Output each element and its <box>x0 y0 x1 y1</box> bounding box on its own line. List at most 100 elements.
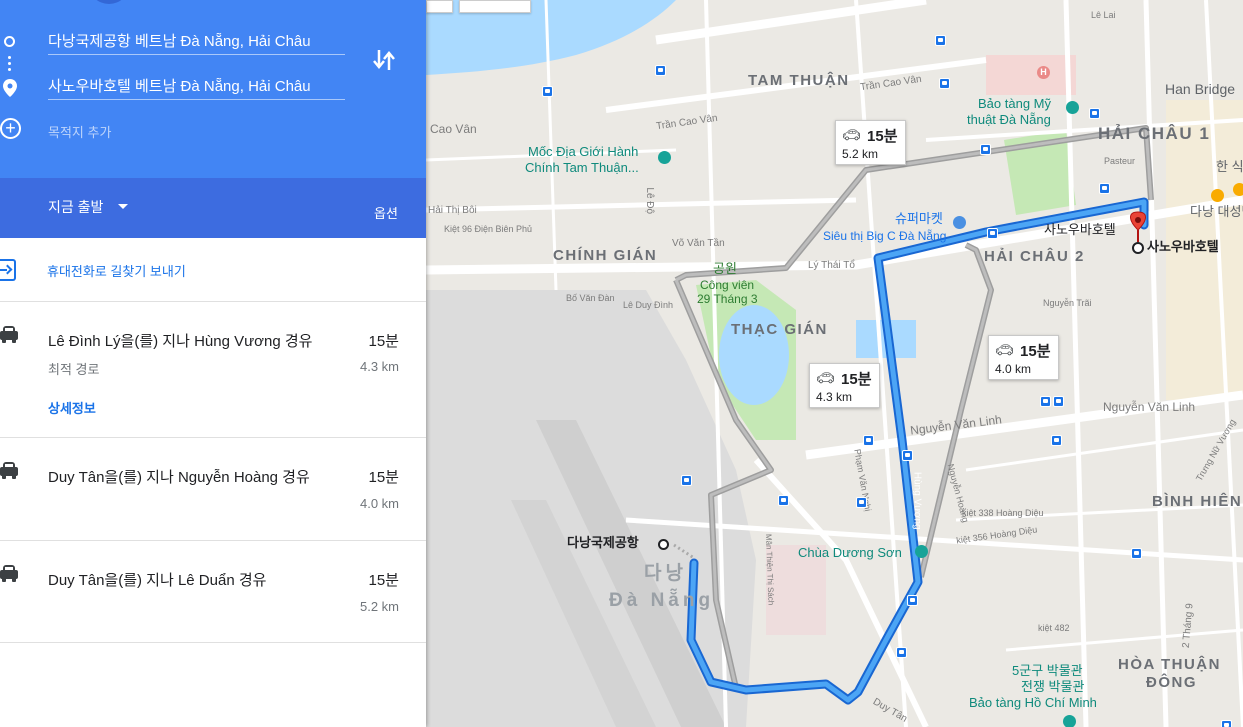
directions-panel: 다낭국제공항 베트남 Đà Nẵng, Hải Châu 사노우바호텔 베트남 … <box>0 0 426 727</box>
origin-input[interactable]: 다낭국제공항 베트남 Đà Nẵng, Hải Châu <box>48 29 345 55</box>
callout-time: 15분 <box>841 371 872 388</box>
route-callout-52km[interactable]: 🚗︎ 15분 5.2 km <box>835 120 906 165</box>
area-hai-chau-2: HẢI CHÂU 2 <box>984 248 1085 265</box>
dest-marker-label[interactable]: 사노우바호텔 <box>1147 239 1219 255</box>
options-button[interactable]: 옵션 <box>374 203 398 222</box>
area-hoa-thuan-2: ĐÔNG <box>1146 674 1197 691</box>
supermarket-icon[interactable] <box>953 216 966 229</box>
park-label-3[interactable]: 29 Tháng 3 <box>697 292 758 307</box>
bus-stop-icon[interactable] <box>1051 435 1062 446</box>
street-hai-thi-boi: Hải Thị Bôi <box>428 205 477 216</box>
swap-icon[interactable] <box>373 48 395 77</box>
bus-stop-icon[interactable] <box>896 647 907 658</box>
bus-stop-icon[interactable] <box>1089 108 1100 119</box>
send-to-phone-icon <box>0 259 16 281</box>
museum5-label-2[interactable]: 전쟁 박물관 <box>1021 679 1084 695</box>
moc-dia-label-1[interactable]: Mốc Địa Giới Hành <box>528 144 638 160</box>
chua-label[interactable]: Chùa Dương Sơn <box>798 545 902 561</box>
route-option[interactable]: Duy Tân을(를) 지나 Lê Duẩn 경유 15분 5.2 km <box>0 541 426 643</box>
callout-time: 15분 <box>1020 343 1051 360</box>
moc-dia-label-2[interactable]: Chính Tam Thuận... <box>525 160 639 176</box>
bus-stop-icon[interactable] <box>778 495 789 506</box>
bus-stop-icon[interactable] <box>902 450 913 461</box>
callout-time: 15분 <box>867 128 898 145</box>
street-kiet: Kiệt 96 Điện Biên Phủ <box>444 224 533 234</box>
origin-dot-icon <box>4 36 15 47</box>
depart-time-dropdown[interactable]: 지금 출발 <box>48 197 103 217</box>
dots-connector-icon <box>8 56 11 59</box>
airport-name-vietnamese: Đà Nẵng <box>609 590 715 611</box>
street-le-do: Lê Độ <box>644 187 656 215</box>
send-to-phone-row[interactable]: 휴대전화로 길찾기 보내기 <box>0 238 426 302</box>
museum-label-2[interactable]: thuật Đà Nẵng <box>967 112 1051 128</box>
hcm-museum-label[interactable]: Bảo tàng Hồ Chí Minh <box>969 695 1097 711</box>
add-destination-icon[interactable]: + <box>0 118 21 139</box>
route-option[interactable]: Duy Tân을(를) 지나 Nguyễn Hoàng 경유 15분 4.0 k… <box>0 438 426 541</box>
bigc-label[interactable]: Siêu thị Big C Đà Nẵng <box>823 229 946 244</box>
bus-stop-icon[interactable] <box>987 228 998 239</box>
bus-stop-icon[interactable] <box>863 435 874 446</box>
add-destination-input[interactable]: 목적지 추가 <box>48 122 111 141</box>
bus-stop-icon[interactable] <box>907 595 918 606</box>
museum5-label-1[interactable]: 5군구 박물관 <box>1012 663 1083 679</box>
dest-poi-label[interactable]: 사노우바호텔 <box>1044 222 1116 238</box>
car-icon: 🚗︎ <box>842 127 862 144</box>
car-icon <box>0 326 18 344</box>
dest-marker-icon[interactable] <box>1132 242 1144 254</box>
airport-name-korean: 다낭 <box>644 563 687 584</box>
museum5-icon[interactable] <box>1063 715 1076 727</box>
street-hung-vuong: Hùng Vương <box>911 471 923 530</box>
origin-marker-label[interactable]: 다낭국제공항 <box>567 535 639 551</box>
route-time: 15분 <box>368 572 400 589</box>
bus-stop-icon[interactable] <box>1131 548 1142 559</box>
route-details-link[interactable]: 상세정보 <box>48 398 96 417</box>
park-label-2[interactable]: Công viên <box>700 278 754 293</box>
star-icon[interactable] <box>1211 189 1224 202</box>
bus-stop-icon[interactable] <box>935 35 946 46</box>
street-cao-van: Cao Vân <box>430 122 477 136</box>
street-le-duy-dinh: Lê Duy Đình <box>623 300 674 310</box>
cathedral-label[interactable]: 다낭 대성당 <box>1190 204 1243 220</box>
route-callout-43km[interactable]: 🚗︎ 15분 4.3 km <box>809 363 880 408</box>
bus-stop-icon[interactable] <box>980 144 991 155</box>
moc-dia-icon[interactable] <box>658 151 671 164</box>
han-label: 한 식 <box>1216 159 1243 174</box>
map-control-right[interactable] <box>459 0 531 13</box>
route-distance: 4.0 km <box>359 496 399 511</box>
area-hoa-thuan-1: HÒA THUẬN <box>1118 656 1221 673</box>
hospital-icon[interactable]: H <box>1037 66 1050 79</box>
bus-stop-icon[interactable] <box>939 78 950 89</box>
bus-stop-icon[interactable] <box>856 497 867 508</box>
map-canvas[interactable]: TAM THUẬN HẢI CHÂU 1 CHÍNH GIÁN HẢI CHÂU… <box>426 0 1243 727</box>
bus-stop-icon[interactable] <box>1221 720 1232 727</box>
street-ly-thai-to: Lý Thái Tổ <box>808 260 855 271</box>
travel-mode-button[interactable] <box>88 0 130 4</box>
museum-icon[interactable] <box>1066 101 1079 114</box>
chua-icon[interactable] <box>915 545 928 558</box>
bus-stop-icon[interactable] <box>1040 396 1051 407</box>
route-time: 15분 <box>368 333 400 350</box>
caret-down-icon[interactable] <box>118 204 128 209</box>
street-le-lai: Lê Lai <box>1091 10 1116 20</box>
destination-input[interactable]: 사노우바호텔 베트남 Đà Nẵng, Hải Châu <box>48 74 345 100</box>
bus-stop-icon[interactable] <box>1053 396 1064 407</box>
send-to-phone-link[interactable]: 휴대전화로 길찾기 보내기 <box>47 261 186 280</box>
supermarket-label[interactable]: 슈퍼마켓 <box>895 211 943 227</box>
route-distance: 5.2 km <box>359 599 399 614</box>
bus-stop-icon[interactable] <box>681 475 692 486</box>
street-kiet-338: kiệt 338 Hoàng Diệu <box>962 508 1044 518</box>
area-tam-thuan: TAM THUẬN <box>748 72 850 89</box>
star-icon-2[interactable] <box>1233 183 1243 196</box>
park-label-1[interactable]: 공원 <box>713 261 737 277</box>
map-control-left[interactable] <box>426 0 453 13</box>
route-callout-40km[interactable]: 🚗︎ 15분 4.0 km <box>988 335 1059 380</box>
museum-label-1[interactable]: Bảo tàng Mỹ <box>978 96 1051 112</box>
bus-stop-icon[interactable] <box>542 86 553 97</box>
origin-marker-icon[interactable] <box>658 539 669 550</box>
area-hai-chau-1: HẢI CHÂU 1 <box>1098 124 1211 143</box>
han-bridge-label[interactable]: Han Bridge <box>1165 81 1235 97</box>
bus-stop-icon[interactable] <box>1099 183 1110 194</box>
route-option[interactable]: Lê Đình Lý을(를) 지나 Hùng Vương 경유 15분 최적 경… <box>0 302 426 438</box>
bus-stop-icon[interactable] <box>655 65 666 76</box>
street-vo-van-tan: Võ Văn Tần <box>672 238 725 249</box>
